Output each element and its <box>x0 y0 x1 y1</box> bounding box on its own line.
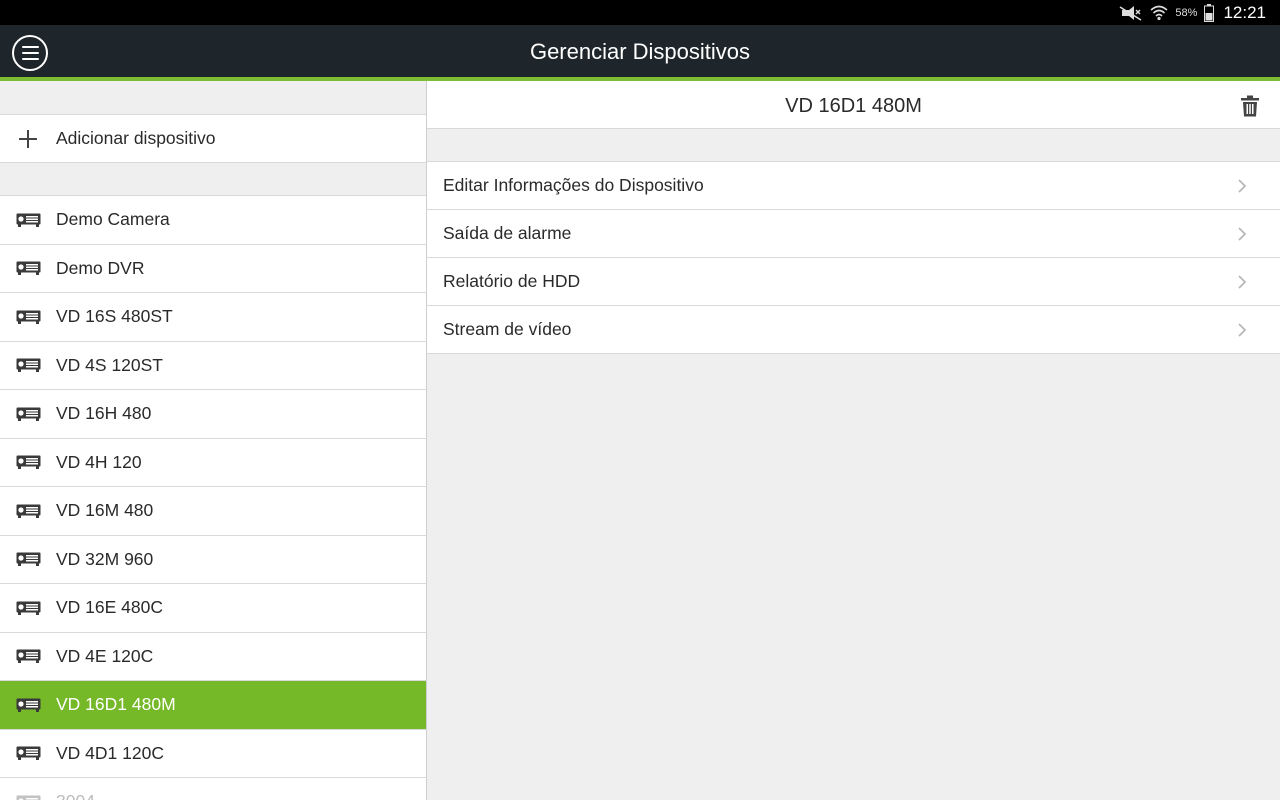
device-list-item[interactable]: Demo DVR <box>0 244 426 293</box>
dvr-icon <box>16 358 41 373</box>
device-label: VD 4D1 120C <box>56 742 164 763</box>
device-list-item[interactable]: VD 4D1 120C <box>0 729 426 778</box>
device-list-item[interactable]: VD 16H 480 <box>0 390 426 439</box>
hamburger-menu-icon[interactable] <box>12 35 48 71</box>
device-list-item[interactable]: VD 4E 120C <box>0 632 426 681</box>
device-label: VD 16S 480ST <box>56 306 173 327</box>
battery-percent: 58% <box>1175 6 1198 19</box>
dvr-icon <box>16 455 41 470</box>
add-device-button[interactable]: Adicionar dispositivo <box>0 114 426 163</box>
dvr-icon <box>16 552 41 567</box>
chevron-right-icon <box>1238 275 1247 289</box>
plus-icon <box>19 129 37 148</box>
device-label: VD 16H 480 <box>56 403 152 424</box>
chevron-right-icon <box>1238 323 1247 337</box>
device-list-item[interactable]: VD 16M 480 <box>0 487 426 536</box>
mute-icon <box>1120 5 1142 21</box>
battery-icon <box>1204 3 1215 22</box>
chevron-right-icon <box>1238 179 1247 193</box>
device-label: VD 16E 480C <box>56 597 164 618</box>
device-option-item[interactable]: Stream de vídeo <box>427 306 1280 354</box>
device-list-item[interactable]: VD 16E 480C <box>0 584 426 633</box>
add-device-label: Adicionar dispositivo <box>56 128 216 148</box>
device-list-item[interactable]: VD 16D1 480M <box>0 681 426 730</box>
device-option-label: Stream de vídeo <box>443 319 572 339</box>
device-list: Demo Camera Demo DVR VD 16S 480ST VD 4S 120… <box>0 195 426 800</box>
device-label: VD 16M 480 <box>56 500 154 521</box>
device-label: VD 4H 120 <box>56 451 142 472</box>
device-list-item[interactable]: 3004 <box>0 778 426 800</box>
wifi-icon <box>1150 5 1168 20</box>
status-bar: 58% 12:21 <box>0 0 1280 25</box>
detail-header: VD 16D1 480M <box>427 81 1280 129</box>
device-sidebar: Adicionar dispositivo Demo Camera Demo DV… <box>0 81 426 800</box>
page-title: Gerenciar Dispositivos <box>529 39 751 64</box>
dvr-icon <box>16 261 41 276</box>
device-option-label: Editar Informações do Dispositivo <box>443 175 704 195</box>
device-label: VD 32M 960 <box>56 548 154 569</box>
dvr-icon <box>16 698 41 712</box>
device-label: Demo DVR <box>56 257 145 278</box>
clock: 12:21 <box>1223 2 1266 22</box>
device-option-item[interactable]: Editar Informações do Dispositivo <box>427 162 1280 210</box>
status-icons: 58% 12:21 <box>1119 0 1266 25</box>
device-list-item[interactable]: VD 4H 120 <box>0 438 426 487</box>
dvr-icon <box>16 601 41 615</box>
device-label: VD 4S 120ST <box>56 354 163 375</box>
trash-icon[interactable] <box>1240 95 1260 117</box>
device-detail-panel: VD 16D1 480M Editar Informações do Dispo… <box>427 81 1280 800</box>
device-list-item[interactable]: VD 16S 480ST <box>0 293 426 342</box>
device-option-label: Relatório de HDD <box>443 271 581 291</box>
dvr-icon <box>16 407 41 421</box>
device-option-label: Saída de alarme <box>443 223 572 243</box>
dvr-icon <box>16 746 41 761</box>
device-label: Demo Camera <box>56 209 170 230</box>
dvr-icon <box>16 310 41 324</box>
dvr-icon <box>16 795 41 800</box>
device-label: 3004 <box>56 791 95 800</box>
device-options-list: Editar Informações do Dispositivo Saída d… <box>427 161 1280 354</box>
dvr-icon <box>16 504 41 518</box>
app-bar: Gerenciar Dispositivos <box>0 25 1280 77</box>
chevron-right-icon <box>1238 227 1247 241</box>
device-label: VD 4E 120C <box>56 645 154 666</box>
device-option-item[interactable]: Relatório de HDD <box>427 258 1280 306</box>
device-label: VD 16D1 480M <box>56 694 176 715</box>
device-title: VD 16D1 480M <box>785 95 922 117</box>
dvr-icon <box>16 649 41 664</box>
device-list-item[interactable]: VD 32M 960 <box>0 535 426 584</box>
device-list-item[interactable]: VD 4S 120ST <box>0 341 426 390</box>
device-option-item[interactable]: Saída de alarme <box>427 210 1280 258</box>
device-list-item[interactable]: Demo Camera <box>0 196 426 245</box>
dvr-icon <box>16 213 41 227</box>
